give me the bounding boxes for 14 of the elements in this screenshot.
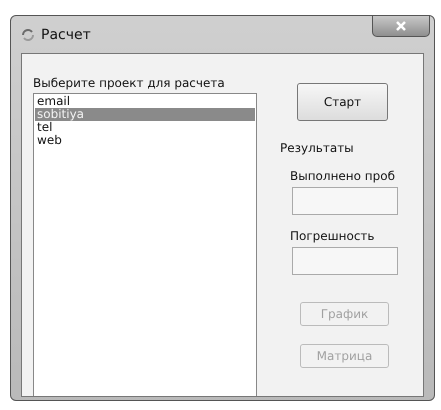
list-item[interactable]: web xyxy=(35,134,255,147)
arrows-icon xyxy=(21,28,35,40)
results-heading: Результаты xyxy=(280,141,355,155)
input-field[interactable] xyxy=(292,187,398,215)
field-label: Выполнено проб xyxy=(290,169,396,183)
start-button[interactable]: Старт xyxy=(297,83,388,121)
close-icon xyxy=(395,21,407,31)
input-field[interactable] xyxy=(292,247,398,275)
list-item[interactable]: email xyxy=(35,95,255,108)
field-label: Погрешность xyxy=(290,229,376,243)
window-title: Расчет xyxy=(41,26,91,42)
list-item[interactable]: tel xyxy=(35,121,255,134)
list-label: Выберите проект для расчета xyxy=(33,76,226,90)
close-button[interactable] xyxy=(372,15,430,37)
